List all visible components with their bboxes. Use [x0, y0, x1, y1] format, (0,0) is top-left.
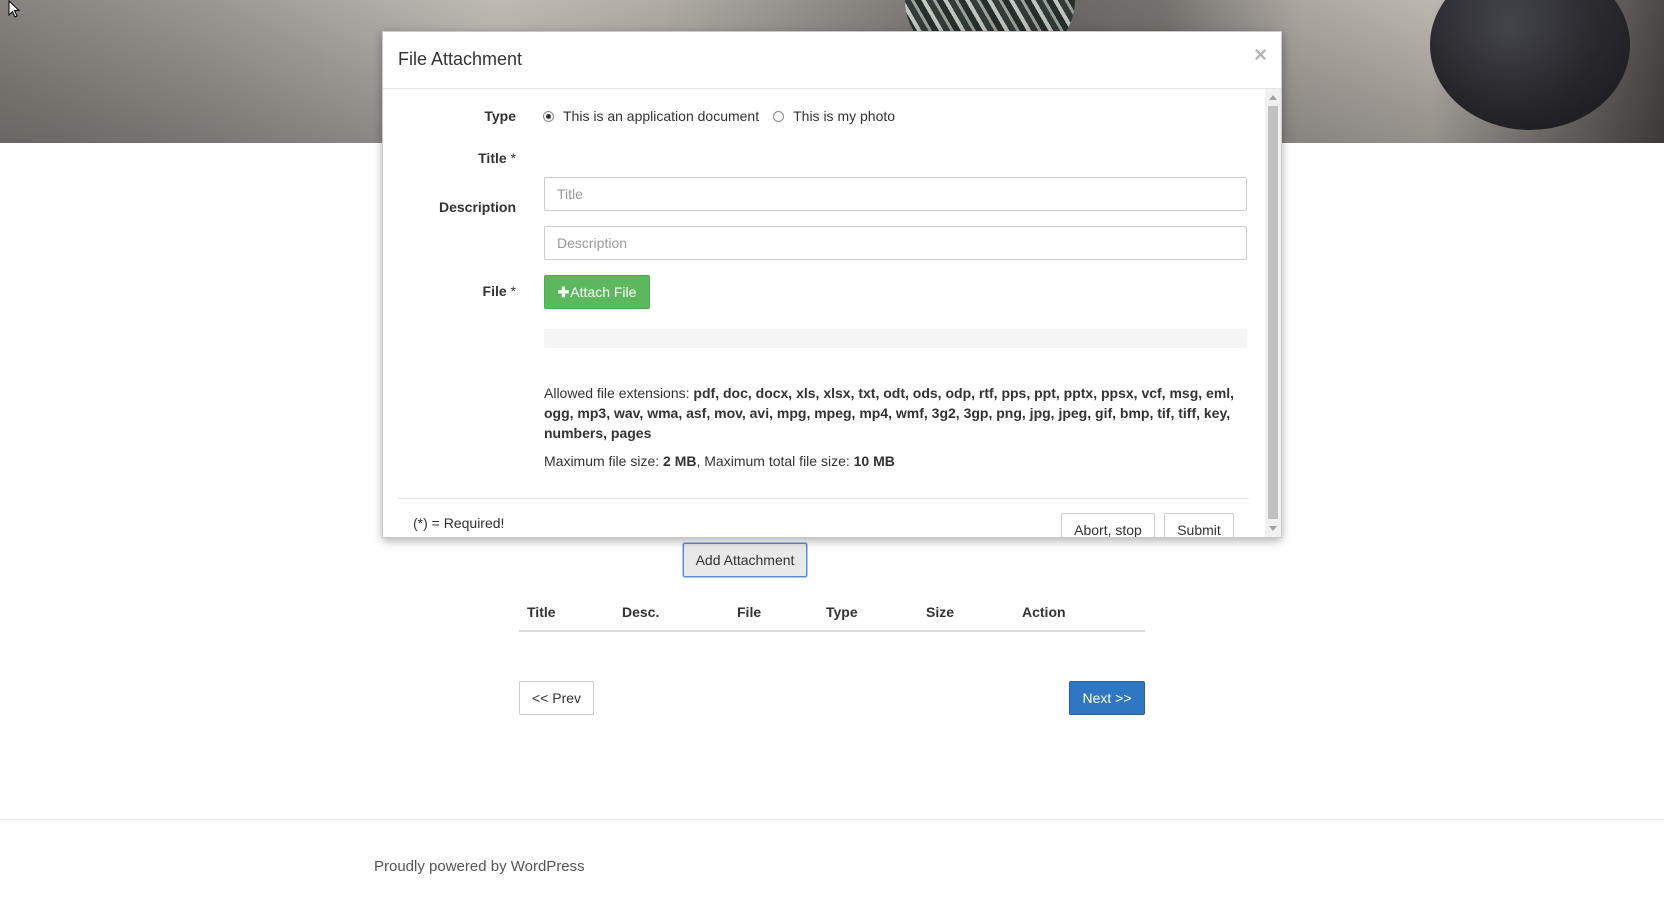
allowed-extensions-text: Allowed file extensions: pdf, doc, docx,…	[544, 385, 1235, 441]
type-radio-group: This is an application document This is …	[543, 108, 895, 124]
column-header-size: Size	[926, 604, 955, 620]
column-header-desc: Desc.	[622, 604, 660, 620]
title-label: Title *	[478, 150, 516, 166]
type-label: Type	[484, 108, 516, 124]
radio-my-photo-label[interactable]: This is my photo	[793, 108, 895, 124]
column-header-file: File	[737, 604, 762, 620]
add-attachment-button[interactable]: Add Attachment	[683, 543, 807, 577]
file-attachment-modal: File Attachment × Type This is an applic…	[382, 31, 1282, 538]
footer-divider	[0, 819, 1664, 820]
column-header-type: Type	[826, 604, 858, 620]
scroll-down-arrow-icon[interactable]	[1269, 526, 1277, 531]
attach-file-button[interactable]: ✚ Attach File	[544, 275, 650, 309]
close-icon[interactable]: ×	[1254, 44, 1267, 66]
modal-title: File Attachment	[398, 49, 523, 69]
title-input[interactable]	[544, 177, 1247, 211]
footer-divider-line	[398, 498, 1249, 499]
prev-button[interactable]: << Prev	[519, 681, 594, 715]
modal-scrollbar[interactable]	[1265, 89, 1281, 537]
page: Add Attachment Title Desc. File Type Siz…	[0, 0, 1664, 915]
description-label: Description	[438, 199, 516, 215]
max-file-size-text: Maximum file size: 2 MB, Maximum total f…	[544, 453, 895, 469]
file-label: File *	[482, 283, 516, 299]
attachments-table: Title Desc. File Type Size Action	[519, 598, 1145, 632]
submit-button[interactable]: Submit	[1164, 513, 1234, 537]
radio-application-document[interactable]	[543, 110, 554, 122]
mouse-cursor-icon	[8, 0, 21, 18]
radio-application-document-label[interactable]: This is an application document	[563, 108, 759, 124]
abort-button[interactable]: Abort, stop	[1061, 513, 1155, 537]
required-note: (*) = Required!	[413, 515, 505, 531]
column-header-action: Action	[1022, 604, 1066, 620]
upload-progress-bar	[544, 329, 1247, 348]
footer-credit-link[interactable]: Proudly powered by WordPress	[374, 858, 585, 875]
scroll-up-arrow-icon[interactable]	[1269, 95, 1277, 100]
next-button[interactable]: Next >>	[1069, 681, 1145, 715]
column-header-title: Title	[527, 604, 556, 620]
description-input[interactable]	[544, 226, 1247, 260]
scrollbar-thumb[interactable]	[1268, 106, 1278, 519]
modal-body: Type This is an application document Thi…	[383, 89, 1263, 537]
plus-icon: ✚	[557, 283, 570, 300]
modal-header: File Attachment ×	[383, 32, 1281, 89]
radio-my-photo[interactable]	[773, 110, 785, 122]
